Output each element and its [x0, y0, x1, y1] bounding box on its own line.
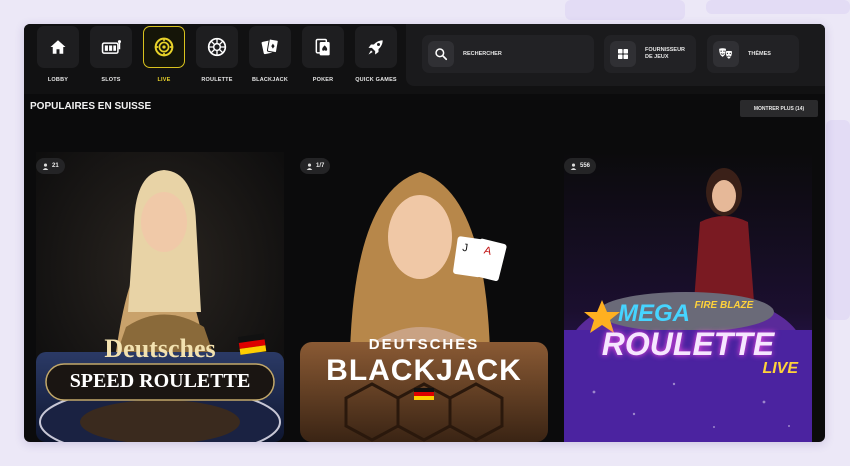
section-title: POPULAIRES EN SUISSE: [30, 101, 152, 112]
search-label: RECHERCHER: [463, 50, 502, 57]
nav-item-blackjack[interactable]: BLACKJACK: [248, 26, 292, 83]
slot-machine-icon: [101, 40, 121, 54]
theater-masks-icon: [719, 48, 733, 60]
player-count: 1/7: [316, 163, 325, 169]
nav-label: LOBBY: [47, 77, 69, 83]
game-title-line1: DEUTSCHES: [368, 336, 480, 353]
user-icon: [570, 163, 577, 170]
poker-cards-icon: [315, 38, 330, 56]
nav-item-slots[interactable]: SLOTS: [89, 26, 133, 83]
game-title-mega: MEGA FIRE BLAZE: [618, 300, 753, 328]
nav-item-live[interactable]: LIVE: [142, 26, 186, 83]
provider-label-line2: DE JEUX: [645, 54, 669, 60]
nav-tile: [355, 26, 397, 68]
game-title-line2: ROULETTE: [601, 326, 775, 362]
nav-tile: [249, 26, 291, 68]
game-card-blackjack[interactable]: J A DEUTSCHES BLACKJACK: [300, 152, 548, 442]
casino-window: LOBBY SLOTS LIVE ROULETTE BLACKJACK POKE…: [24, 24, 825, 442]
nav-tile: [143, 26, 185, 68]
game-title-line2: BLACKJACK: [326, 354, 522, 387]
provider-label: FOURNISSEUR DE JEUX: [645, 47, 685, 61]
search-icon: [435, 48, 448, 61]
provider-label-line1: FOURNISSEUR: [645, 47, 686, 53]
nav-tile: [302, 26, 344, 68]
utility-panel: RECHERCHER FOURNISSEUR DE JEUX THÈMES: [406, 24, 825, 86]
category-nav: LOBBY SLOTS LIVE ROULETTE BLACKJACK POKE…: [36, 26, 398, 83]
nav-label: BLACKJACK: [251, 77, 289, 83]
user-icon: [42, 163, 49, 170]
game-card-speed-roulette[interactable]: Deutsches SPEED ROULETTE: [36, 152, 284, 442]
live-chip-icon: [154, 37, 174, 57]
background-decoration: [565, 0, 685, 20]
themes-label: THÈMES: [748, 50, 771, 57]
search-icon-tile: [428, 41, 454, 67]
game-provider-button[interactable]: FOURNISSEUR DE JEUX: [604, 35, 696, 73]
roulette-wheel-icon: [207, 37, 227, 57]
nav-item-poker[interactable]: POKER: [301, 26, 345, 83]
background-decoration: [826, 120, 850, 320]
top-navigation: LOBBY SLOTS LIVE ROULETTE BLACKJACK POKE…: [24, 24, 825, 94]
game-title-line2: SPEED ROULETTE: [69, 370, 251, 392]
background-decoration: [706, 0, 850, 14]
player-count-badge: 556: [564, 158, 597, 174]
search-button[interactable]: RECHERCHER: [422, 35, 594, 73]
grid-icon-tile: [610, 41, 636, 67]
nav-label: ROULETTE: [201, 77, 233, 83]
grid-icon: [618, 49, 628, 59]
player-count-badge: 1/7: [300, 158, 331, 174]
game-title-line1: MEGA: [618, 300, 690, 327]
nav-tile: [196, 26, 238, 68]
masks-icon-tile: [713, 41, 739, 67]
player-count: 21: [52, 163, 59, 169]
game-title-line3: LIVE: [762, 360, 798, 377]
themes-button[interactable]: THÈMES: [707, 35, 799, 73]
game-card-mega-roulette[interactable]: MEGA FIRE BLAZE ROULETTE LIVE: [564, 152, 812, 442]
nav-tile: [37, 26, 79, 68]
nav-label: POKER: [312, 77, 334, 83]
nav-label: SLOTS: [101, 77, 121, 83]
nav-tile: [90, 26, 132, 68]
game-title-line1: Deutsches: [104, 334, 216, 363]
player-count-badge: 21: [36, 158, 65, 174]
nav-item-quick-games[interactable]: QUICK GAMES: [354, 26, 398, 83]
nav-label: QUICK GAMES: [355, 77, 397, 83]
nav-item-lobby[interactable]: LOBBY: [36, 26, 80, 83]
show-more-button[interactable]: MONTRER PLUS (14): [740, 100, 818, 117]
game-artwork: [36, 152, 284, 442]
player-count: 556: [580, 163, 591, 169]
user-icon: [306, 163, 313, 170]
game-title-line1b: FIRE BLAZE: [694, 300, 754, 311]
home-icon: [50, 40, 66, 54]
nav-label: LIVE: [157, 77, 171, 83]
game-artwork: J A: [300, 152, 548, 442]
nav-item-roulette[interactable]: ROULETTE: [195, 26, 239, 83]
cards-icon: [261, 38, 279, 55]
game-artwork: [564, 152, 812, 442]
rocket-icon: [368, 40, 383, 55]
